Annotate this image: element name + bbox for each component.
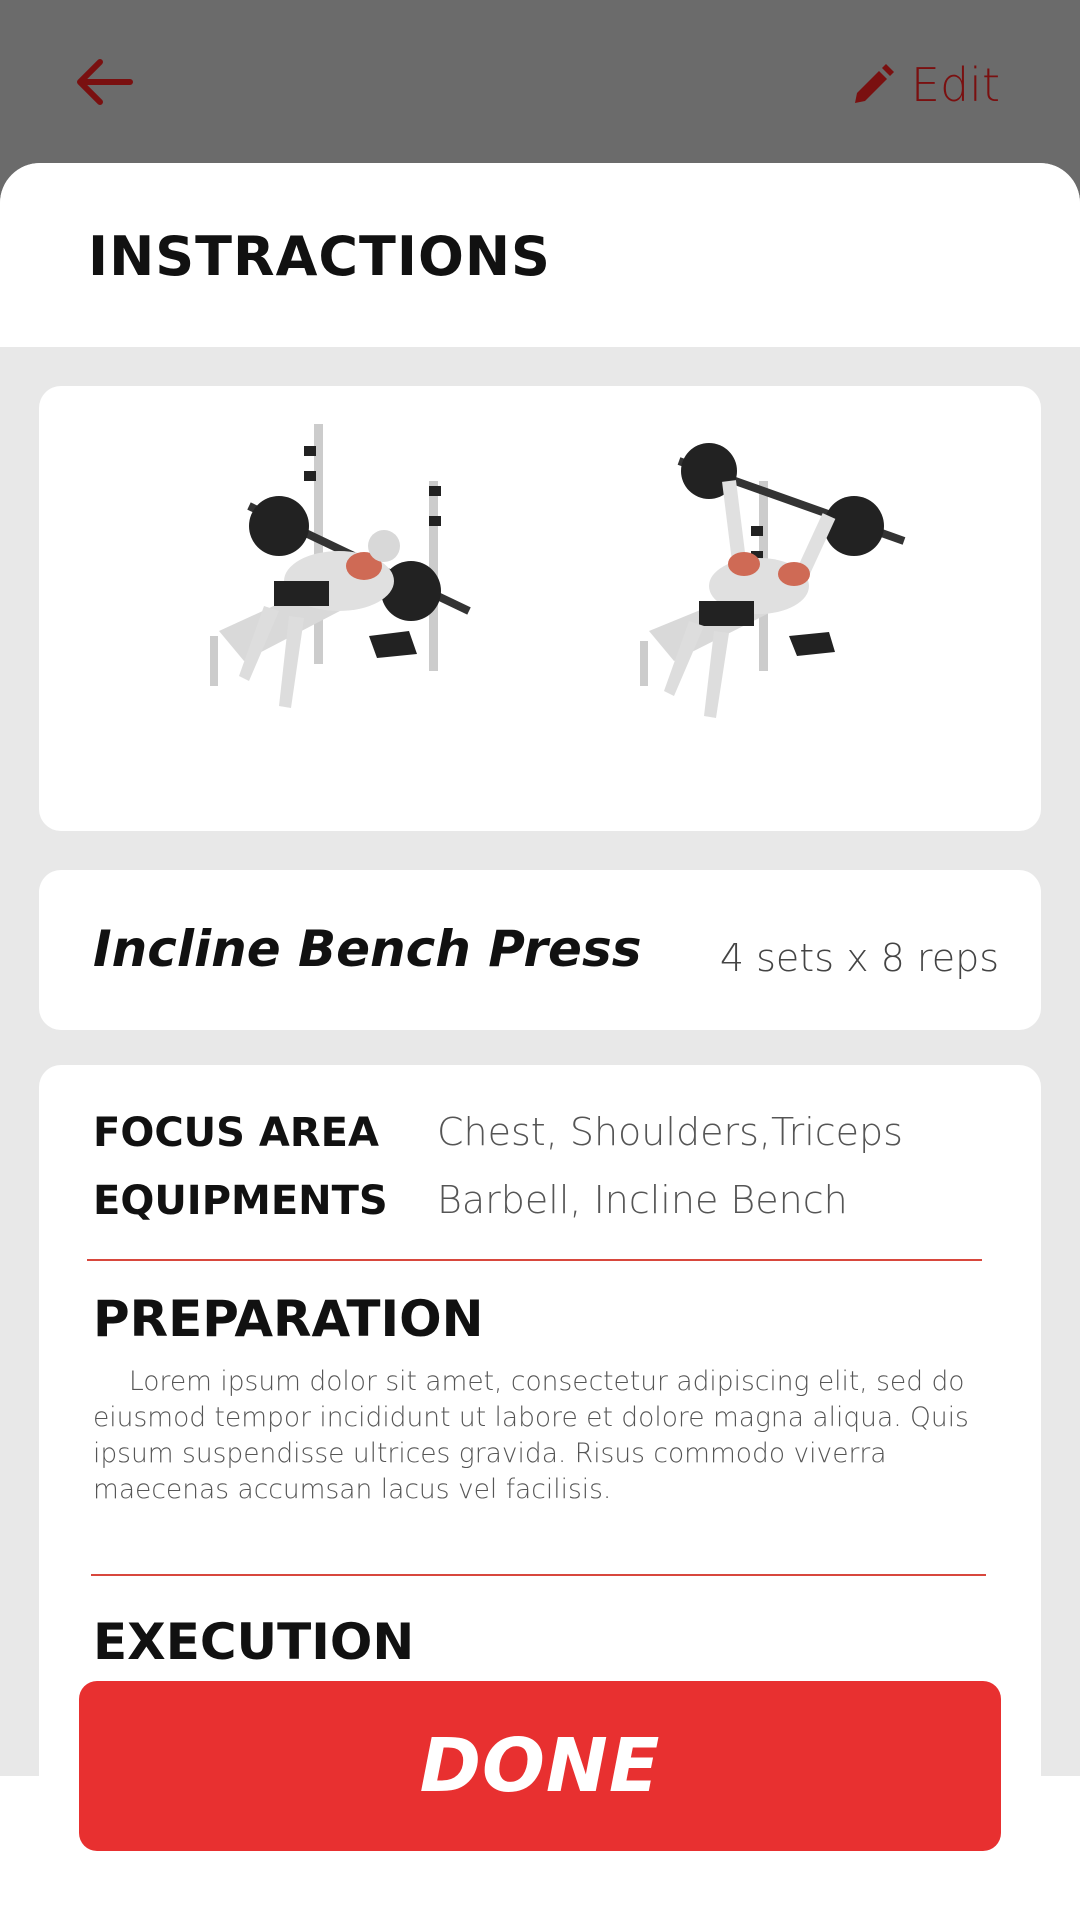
equipments-row: EQUIPMENTS Barbell, Incline Bench [93, 1178, 848, 1224]
exercise-illustration [210, 424, 906, 718]
sheet-title: INSTRACTIONS [88, 225, 551, 288]
edit-label: Edit [910, 58, 1000, 112]
edit-button[interactable]: Edit [851, 50, 1000, 120]
top-bar: Edit [0, 0, 1080, 165]
instructions-sheet: INSTRACTIONS Incline Bench Press 4 sets … [0, 163, 1080, 1920]
focus-area-value: Chest, Shoulders,Triceps [437, 1110, 903, 1154]
bench-press-end-figure [640, 443, 906, 718]
divider [87, 1259, 982, 1261]
pencil-icon [854, 64, 894, 103]
preparation-title: PREPARATION [93, 1290, 484, 1348]
bench-press-start-figure [210, 424, 471, 708]
done-label: DONE [419, 1723, 661, 1809]
done-button[interactable]: DONE [79, 1681, 1001, 1851]
focus-area-row: FOCUS AREA Chest, Shoulders,Triceps [93, 1110, 903, 1156]
exercise-name-card: Incline Bench Press 4 sets x 8 reps [39, 870, 1041, 1030]
divider [91, 1574, 986, 1576]
exercise-name: Incline Bench Press [93, 920, 642, 978]
preparation-text: Lorem ipsum dolor sit amet, consectetur … [93, 1366, 969, 1505]
equipments-value: Barbell, Incline Bench [437, 1178, 848, 1222]
exercise-image-card [39, 386, 1041, 831]
arrow-left-icon [77, 59, 133, 105]
sheet-header: INSTRACTIONS [0, 163, 1080, 347]
focus-area-label: FOCUS AREA [93, 1110, 379, 1156]
equipments-label: EQUIPMENTS [93, 1178, 388, 1224]
back-button[interactable] [70, 48, 140, 118]
sets-reps: 4 sets x 8 reps [719, 936, 999, 980]
execution-title: EXECUTION [93, 1613, 415, 1671]
